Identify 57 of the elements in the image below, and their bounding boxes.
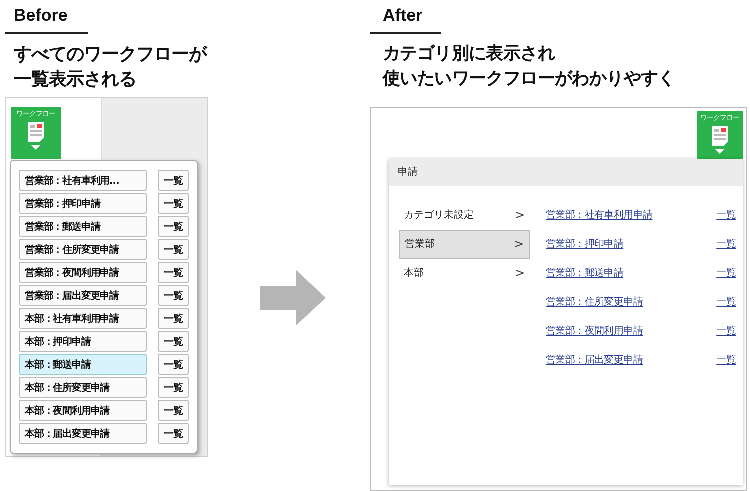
list-link[interactable]: 一覧 xyxy=(716,353,736,368)
right-arrow-icon xyxy=(260,270,326,326)
list-button[interactable]: 一覧 xyxy=(158,308,189,329)
workflow-item-button[interactable]: 本部：届出変更申請 xyxy=(19,423,147,444)
list-button[interactable]: 一覧 xyxy=(158,285,189,306)
workflow-item-button[interactable]: 本部：住所変更申請 xyxy=(19,377,147,398)
chevron-icon: > xyxy=(514,208,525,222)
workflow-item-button[interactable]: 営業部：郵送申請 xyxy=(19,216,147,237)
caret-icon xyxy=(715,148,725,154)
workflow-link[interactable]: 営業部：郵送申請 xyxy=(546,266,624,280)
workflow-item-button[interactable]: 本部：郵送申請 xyxy=(19,354,147,375)
workflow-item-button[interactable]: 本部：社有車利用申請 xyxy=(19,308,147,329)
list-button[interactable]: 一覧 xyxy=(158,262,189,283)
category-item[interactable]: 営業部 > xyxy=(399,230,530,259)
section-heading: Before xyxy=(5,0,88,34)
list-button[interactable]: 一覧 xyxy=(158,423,189,444)
list-button[interactable]: 一覧 xyxy=(158,216,189,237)
caption-line: すべてのワークフローが xyxy=(14,43,206,67)
workflow-item-button[interactable]: 本部：押印申請 xyxy=(19,331,147,352)
list-button[interactable]: 一覧 xyxy=(158,170,189,191)
list-button[interactable]: 一覧 xyxy=(158,400,189,421)
workflow-item-button[interactable]: 営業部：夜間利用申請 xyxy=(19,262,147,283)
workflow-link[interactable]: 営業部：社有車利用申請 xyxy=(546,208,653,222)
list-link[interactable]: 一覧 xyxy=(716,324,736,338)
list-button[interactable]: 一覧 xyxy=(158,331,189,352)
workflow-link[interactable]: 営業部：押印申請 xyxy=(546,237,624,252)
list-link[interactable]: 一覧 xyxy=(716,208,736,222)
category-label: 営業部 xyxy=(405,238,435,252)
category-item[interactable]: カテゴリ未設定 > xyxy=(399,200,530,230)
category-label: 本部 xyxy=(404,266,424,280)
caret-icon xyxy=(31,145,41,150)
chevron-icon: > xyxy=(514,266,525,280)
caption-line: カテゴリ別に表示され xyxy=(383,43,556,66)
caption-line: 一覧表示される xyxy=(14,68,136,92)
list-button[interactable]: 一覧 xyxy=(158,377,189,398)
workflow-link[interactable]: 営業部：住所変更申請 xyxy=(546,295,644,310)
workflow-link[interactable]: 営業部：届出変更申請 xyxy=(546,353,644,368)
workflow-link[interactable]: 営業部：夜間利用申請 xyxy=(546,324,644,338)
workflow-item-button[interactable]: 本部：夜間利用申請 xyxy=(19,400,147,421)
chevron-icon: > xyxy=(514,237,524,252)
workflow-item-button[interactable]: 営業部：社有車利用… xyxy=(19,170,147,191)
list-button[interactable]: 一覧 xyxy=(158,193,189,214)
category-item[interactable]: 本部 > xyxy=(399,258,530,288)
workflow-item-button[interactable]: 営業部：住所変更申請 xyxy=(19,239,147,260)
section-heading: After xyxy=(370,0,441,34)
workflow-item-button[interactable]: 営業部：押印申請 xyxy=(19,193,147,214)
workflow-item-button[interactable]: 営業部：届出変更申請 xyxy=(19,285,147,306)
document-icon xyxy=(709,124,731,147)
panel-header: 申請 xyxy=(389,158,743,186)
list-link[interactable]: 一覧 xyxy=(716,237,736,252)
category-label: カテゴリ未設定 xyxy=(404,208,474,222)
list-link[interactable]: 一覧 xyxy=(716,266,736,280)
list-button[interactable]: 一覧 xyxy=(158,354,189,375)
list-button[interactable]: 一覧 xyxy=(158,239,189,260)
list-link[interactable]: 一覧 xyxy=(716,295,736,310)
caption-line: 使いたいワークフローがわかりやすく xyxy=(383,68,676,91)
document-icon xyxy=(25,121,47,143)
